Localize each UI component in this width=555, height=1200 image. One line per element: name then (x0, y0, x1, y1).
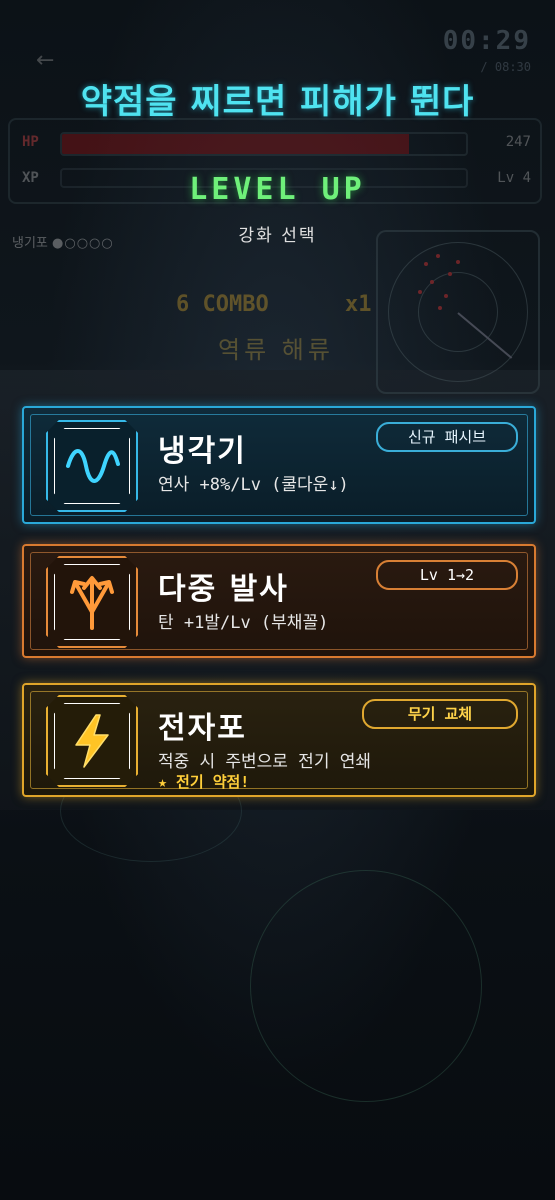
card-badge: 무기 교체 (362, 699, 518, 729)
card-badge: Lv 1→2 (376, 560, 518, 590)
card-title: 전자포 (158, 711, 247, 746)
hp-value: 247 (505, 134, 531, 150)
wave-icon (66, 449, 120, 483)
card-description: 연사 +8%/Lv (쿨다운↓) (158, 475, 349, 495)
radar-minimap (376, 230, 540, 394)
hint-banner: 약점을 찌르면 피해가 뛴다 (80, 82, 475, 122)
card-badge: 신규 패시브 (376, 422, 518, 452)
card-title: 다중 발사 (158, 572, 289, 607)
upgrade-card-railgun[interactable]: 전자포 적중 시 주변으로 전기 연쇄 ★ 전기 약점! 무기 교체 (22, 683, 536, 797)
game-timer-limit: / 08:30 (480, 60, 531, 74)
hp-bar-fill (62, 134, 410, 154)
card-description: 탄 +1발/Lv (부채꼴) (158, 613, 329, 633)
level-up-title: LEVEL UP (189, 172, 366, 207)
hp-bar (60, 132, 468, 156)
card-icon-frame (46, 556, 138, 648)
current-effect-label: 역류 해류 (218, 336, 334, 364)
hp-label: HP (22, 134, 39, 150)
card-icon-frame (46, 695, 138, 787)
card-icon-frame (46, 420, 138, 512)
card-description: 적중 시 주변으로 전기 연쇄 (158, 752, 371, 772)
game-timer: 00:29 (442, 26, 531, 56)
combo-counter: 6 COMBO (176, 292, 269, 317)
card-title: 냉각기 (158, 434, 247, 469)
trident-arrows-icon (70, 576, 114, 630)
combo-multiplier: x1 (345, 292, 372, 317)
level-up-subtitle: 강화 선택 (238, 226, 317, 246)
back-arrow-icon: ← (36, 48, 55, 73)
lightning-icon (75, 714, 109, 768)
upgrade-card-multishot[interactable]: 다중 발사 탄 +1발/Lv (부채꼴) Lv 1→2 (22, 544, 536, 658)
upgrade-card-cooler[interactable]: 냉각기 연사 +8%/Lv (쿨다운↓) 신규 패시브 (22, 406, 536, 524)
weakness-note: ★ 전기 약점! (158, 773, 250, 791)
range-ring (250, 870, 482, 1102)
